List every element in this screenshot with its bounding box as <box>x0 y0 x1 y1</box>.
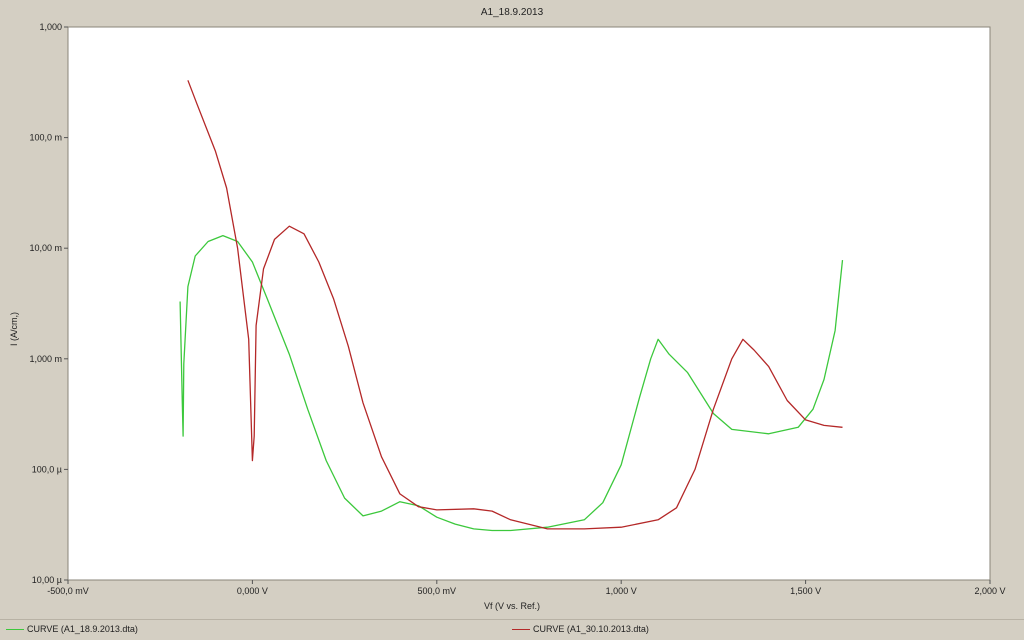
y-tick-label-5: 1,000 <box>39 22 62 32</box>
legend-swatch-series-1 <box>6 628 24 630</box>
y-tick-label-0: 10,00 µ <box>32 575 62 585</box>
x-tick-label-2: 500,0 mV <box>418 586 457 596</box>
legend-swatch-series-2 <box>512 628 530 630</box>
legend-label-series-2: CURVE (A1_30.10.2013.dta) <box>533 624 649 634</box>
plot-svg: -500,0 mV 0,000 V 500,0 mV 1,000 V 1,500 V 2,… <box>29 22 1005 596</box>
x-tick-label-0: -500,0 mV <box>47 586 89 596</box>
legend-label-series-1: CURVE (A1_18.9.2013.dta) <box>27 624 138 634</box>
y-axis-label: I (A/cm,) <box>9 312 19 346</box>
legend-item-series-2: CURVE (A1_30.10.2013.dta) <box>512 624 649 634</box>
legend-item-series-1: CURVE (A1_18.9.2013.dta) <box>6 624 138 634</box>
y-tick-label-3: 10,00 m <box>29 243 62 253</box>
x-axis-label: Vf (V vs. Ref.) <box>483 601 540 611</box>
y-tick-label-2: 1,000 m <box>29 354 62 364</box>
legend: CURVE (A1_18.9.2013.dta) CURVE (A1_30.10… <box>0 619 1024 640</box>
y-tick-label-4: 100,0 m <box>29 133 62 143</box>
x-tick-label-4: 1,500 V <box>790 586 821 596</box>
x-tick-label-3: 1,000 V <box>606 586 637 596</box>
x-tick-label-5: 2,000 V <box>974 586 1005 596</box>
y-tick-label-1: 100,0 µ <box>32 464 62 474</box>
plot-area <box>67 26 991 581</box>
x-tick-label-1: 0,000 V <box>237 586 268 596</box>
